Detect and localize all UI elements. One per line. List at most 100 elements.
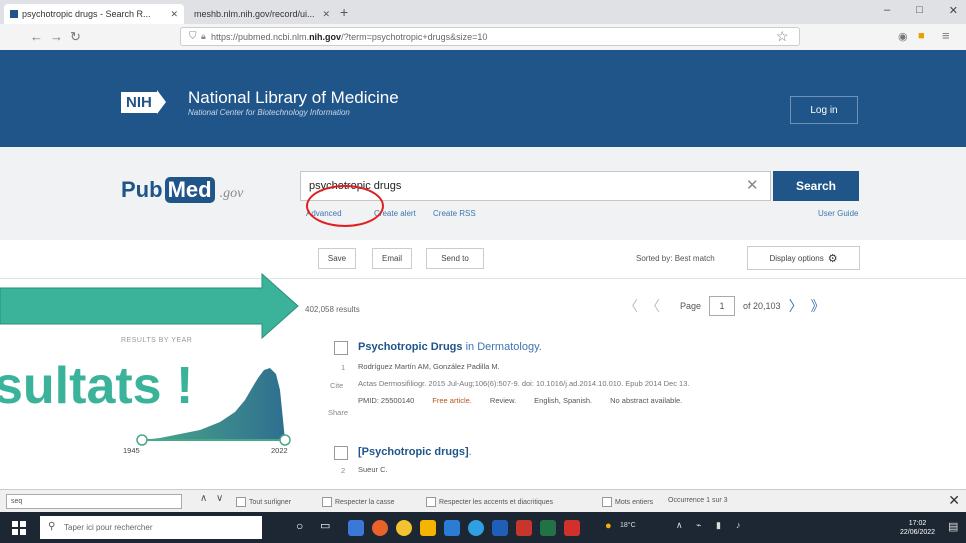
- last-page-icon[interactable]: 》: [811, 296, 825, 316]
- find-previous-icon[interactable]: ∧: [200, 493, 207, 504]
- menu-icon[interactable]: ≡: [942, 28, 950, 43]
- user-guide-link[interactable]: User Guide: [818, 209, 858, 218]
- back-arrow-icon[interactable]: ←: [30, 29, 43, 44]
- close-tab-icon[interactable]: ✕: [170, 9, 178, 20]
- browser-nav-bar: ← → ↻ ⛉ 🔒︎ https://pubmed.ncbi.nlm. nih.g…: [0, 24, 966, 51]
- close-window-icon[interactable]: ✕: [949, 4, 958, 17]
- result-language: English, Spanish.: [534, 396, 593, 405]
- result-abstract-note: No abstract available.: [610, 396, 683, 405]
- find-option-whole-words[interactable]: Mots entiers: [602, 497, 653, 507]
- login-button[interactable]: Log in: [790, 96, 858, 124]
- close-tab-icon[interactable]: ✕: [322, 9, 330, 20]
- find-option-label: Mots entiers: [615, 498, 654, 506]
- result-type: Review.: [489, 396, 517, 405]
- taskbar-search[interactable]: ⚲ Taper ici pour rechercher: [40, 516, 262, 539]
- year-end-label: 2022: [271, 446, 288, 455]
- weather-temperature[interactable]: 18°C: [620, 522, 636, 529]
- task-view-icon[interactable]: ▭: [320, 519, 330, 532]
- minimize-icon[interactable]: –: [884, 4, 890, 17]
- find-option-match-case[interactable]: Respecter la casse: [322, 497, 395, 507]
- find-bar: seq ∧ ∨ Tout surligner Respecter la cass…: [0, 489, 966, 513]
- range-handle-end: [279, 434, 291, 446]
- nih-logo[interactable]: NIH: [121, 90, 166, 114]
- chrome-icon[interactable]: [396, 520, 412, 536]
- nih-subtitle: National Center for Biotechnology Inform…: [188, 108, 350, 117]
- result-pmid: PMID: 25500140: [358, 396, 415, 405]
- extension-icon[interactable]: ■: [918, 30, 925, 42]
- send-to-button[interactable]: Send to: [426, 248, 484, 269]
- close-find-bar-icon[interactable]: ✕: [948, 492, 960, 509]
- page-number-input[interactable]: 1: [709, 296, 736, 316]
- email-button[interactable]: Email: [372, 248, 412, 269]
- share-button[interactable]: Share: [328, 408, 348, 417]
- app-icon[interactable]: [348, 520, 364, 536]
- find-option-label: Respecter les accents et diacritiques: [439, 498, 553, 506]
- browser-tab-active[interactable]: psychotropic drugs - Search R... ✕: [4, 4, 184, 24]
- browser-tab-bar: psychotropic drugs - Search R... ✕ meshb…: [0, 0, 966, 24]
- page-label: Page: [680, 301, 702, 311]
- edge-icon[interactable]: [468, 520, 484, 536]
- word-icon[interactable]: [492, 520, 508, 536]
- nih-chevron-icon: [156, 90, 166, 114]
- cortana-icon[interactable]: ○: [296, 519, 303, 533]
- display-options-button[interactable]: Display options ⚙: [747, 246, 860, 270]
- forward-arrow-icon[interactable]: →: [50, 29, 63, 44]
- search-icon: ⚲: [48, 521, 56, 532]
- taskbar-clock[interactable]: 17:02 22/06/2022: [900, 519, 935, 537]
- bookmark-star-icon[interactable]: ☆: [776, 28, 789, 45]
- tray-chevron-icon[interactable]: ∧: [676, 520, 683, 531]
- create-rss-link[interactable]: Create RSS: [433, 209, 476, 218]
- new-tab-button[interactable]: +: [340, 4, 348, 20]
- red-annotation-circle: [306, 185, 384, 227]
- maximize-icon[interactable]: □: [916, 4, 923, 17]
- firefox-icon[interactable]: [372, 520, 388, 536]
- shield-icon: ⛉: [189, 31, 197, 42]
- next-page-icon[interactable]: 〉: [789, 296, 803, 316]
- first-page-icon[interactable]: 〈: [624, 296, 638, 316]
- url-domain: nih.gov: [309, 31, 342, 42]
- store-icon[interactable]: [444, 520, 460, 536]
- pubmed-logo[interactable]: Pub Med .gov: [121, 177, 243, 203]
- volume-icon[interactable]: ♪: [736, 520, 741, 530]
- gear-icon: ⚙: [827, 252, 838, 265]
- acrobat-icon[interactable]: [564, 520, 580, 536]
- clear-search-icon[interactable]: ✕: [746, 176, 759, 194]
- result-title-rest: in Dermatology.: [462, 341, 542, 353]
- result-title-rest: .: [468, 446, 472, 458]
- result-index: 2: [341, 466, 346, 475]
- previous-page-icon[interactable]: 〈: [646, 296, 660, 316]
- result-title[interactable]: Psychotropic Drugs in Dermatology.: [358, 341, 542, 353]
- find-next-icon[interactable]: ∨: [216, 493, 223, 504]
- result-meta-row: PMID: 25500140 Free article. Review. Eng…: [358, 396, 682, 405]
- reload-icon[interactable]: ↻: [70, 29, 81, 45]
- browser-tab[interactable]: meshb.nlm.nih.gov/record/ui... ✕: [188, 4, 336, 24]
- result-title[interactable]: [Psychotropic drugs].: [358, 446, 472, 458]
- sorted-by-label[interactable]: Sorted by: Best match: [636, 254, 715, 263]
- annotation-text: sultats !: [0, 357, 194, 415]
- result-checkbox[interactable]: [334, 341, 348, 355]
- windows-start-icon[interactable]: [12, 521, 26, 535]
- find-option-highlight-all[interactable]: Tout surligner: [236, 497, 291, 507]
- notification-icon[interactable]: ▤: [948, 520, 958, 533]
- powerpoint-icon[interactable]: [516, 520, 532, 536]
- search-button[interactable]: Search: [773, 171, 859, 201]
- taskbar-search-placeholder: Taper ici pour rechercher: [64, 523, 153, 532]
- find-input[interactable]: seq: [6, 494, 182, 509]
- battery-icon[interactable]: ▮: [716, 520, 721, 531]
- windows-taskbar: ⚲ Taper ici pour rechercher ○ ▭ ● 18°C ∧…: [0, 512, 966, 543]
- address-bar[interactable]: ⛉ 🔒︎ https://pubmed.ncbi.nlm. nih.gov/?te…: [180, 27, 800, 46]
- weather-icon: ●: [605, 520, 612, 532]
- pocket-icon[interactable]: ◉: [898, 30, 908, 43]
- cite-button[interactable]: Cite: [330, 381, 343, 390]
- excel-icon[interactable]: [540, 520, 556, 536]
- network-icon[interactable]: ⌁: [696, 520, 701, 531]
- page-total: of 20,103: [743, 301, 781, 311]
- file-explorer-icon[interactable]: [420, 520, 436, 536]
- find-option-diacritics[interactable]: Respecter les accents et diacritiques: [426, 497, 553, 507]
- logo-pub: Pub: [121, 177, 163, 202]
- search-area: PubMed.gov ✕ Search Advanced Create aler…: [0, 147, 966, 240]
- window-controls: – □ ✕: [884, 4, 958, 17]
- result-checkbox[interactable]: [334, 446, 348, 460]
- save-button[interactable]: Save: [318, 248, 356, 269]
- nih-badge: NIH: [121, 91, 157, 113]
